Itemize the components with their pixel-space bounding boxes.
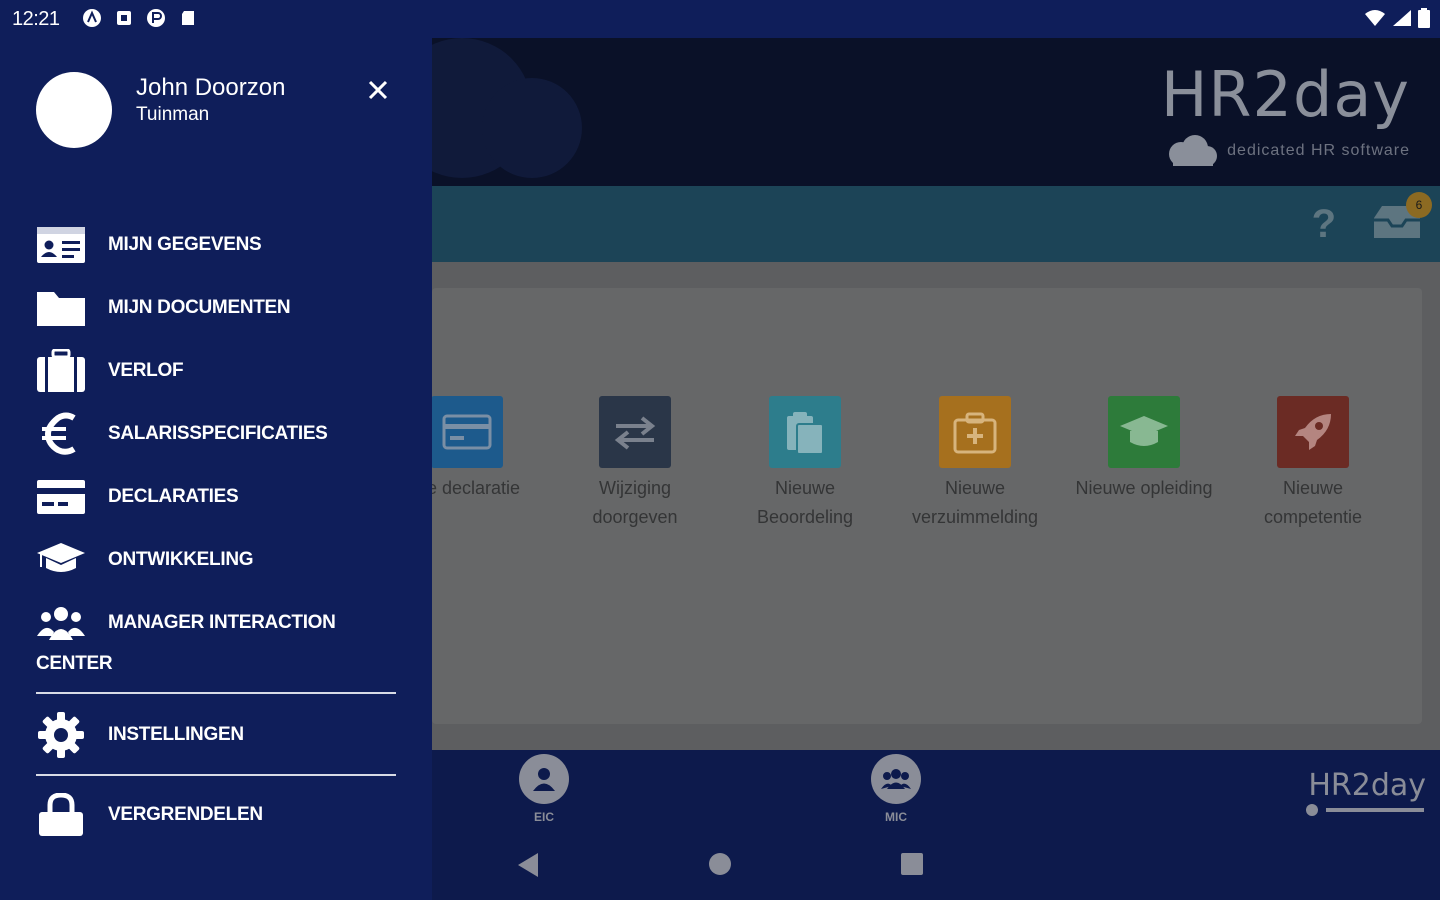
medkit-icon	[953, 412, 997, 454]
tile-label: Wijziging	[598, 478, 672, 498]
menu-item-salarisspecificaties[interactable]: SALARISSPECIFICATIES	[36, 412, 328, 455]
menu-item-mijn-documenten[interactable]: MIJN DOCUMENTEN	[36, 287, 291, 329]
credit-card-icon	[36, 476, 86, 518]
inbox-badge: 6	[1406, 192, 1432, 218]
menu-label: VERGRENDELEN	[108, 804, 263, 825]
wifi-icon	[1364, 9, 1386, 32]
menu-item-vergrendelen[interactable]: VERGRENDELEN	[36, 793, 263, 836]
cloud-icon	[1169, 135, 1218, 166]
hr2day-logo: HR2day dedicated HR software	[1161, 60, 1410, 168]
tile-label: Nieuwe opleiding	[1075, 478, 1213, 498]
menu-label: VERLOF	[108, 360, 184, 381]
users-icon	[36, 602, 86, 644]
close-icon	[368, 80, 388, 100]
divider	[36, 692, 396, 694]
app-main: HR2day dedicated HR software ? 6 we decl…	[432, 38, 1440, 900]
swap-arrows-icon	[614, 416, 656, 450]
tile-label: Nieuwe	[774, 478, 836, 498]
logo-tagline: dedicated HR software	[1227, 142, 1410, 159]
tile-label: we declaratie	[432, 478, 521, 498]
user-icon	[533, 768, 555, 791]
users-icon	[881, 769, 911, 789]
menu-label: SALARISSPECIFICATIES	[108, 423, 328, 444]
lock-icon	[36, 793, 86, 836]
footer-logo-text: HR2day	[1308, 768, 1426, 803]
suitcase-icon	[36, 349, 86, 392]
menu-item-mijn-gegevens[interactable]: MIJN GEGEVENS	[36, 224, 262, 266]
navigation-drawer: John Doorzon Tuinman MIJN GEGEVENS MIJN …	[0, 38, 432, 836]
menu-label: MIJN GEGEVENS	[108, 234, 262, 255]
content-area: we declaratie Wijziging doorgeven Nieuwe B…	[432, 262, 1440, 750]
tile-label-line2: doorgeven	[592, 507, 678, 527]
divider	[36, 774, 396, 776]
logo-text: HR2day	[1160, 58, 1410, 131]
avatar	[36, 72, 112, 148]
status-time: 12:21	[12, 8, 60, 30]
tile-new-declaration[interactable]: we declaratie	[432, 396, 552, 503]
recents-icon[interactable]	[900, 852, 924, 876]
tile-label-line2: verzuimmelding	[911, 507, 1039, 527]
status-bar: 12:21	[0, 0, 1440, 38]
tile-new-competence[interactable]: Nieuwe competentie	[1228, 396, 1398, 532]
menu-item-declaraties[interactable]: DECLARATIES	[36, 476, 239, 518]
tile-label-line2: competentie	[1263, 507, 1363, 527]
graduation-cap-icon	[36, 539, 86, 581]
menu-label: MIJN DOCUMENTEN	[108, 297, 291, 318]
menu-item-ontwikkeling[interactable]: ONTWIKKELING	[36, 539, 254, 581]
sd-card-icon	[178, 8, 198, 28]
rocket-icon	[1295, 414, 1331, 450]
battery-icon	[1418, 8, 1430, 33]
graduation-cap-icon	[1120, 416, 1168, 446]
gear-icon	[36, 712, 86, 758]
folder-icon	[36, 287, 86, 329]
menu-item-manager-interaction-center[interactable]: MANAGER INTERACTION	[36, 602, 336, 644]
menu-label: MANAGER INTERACTION	[108, 612, 336, 633]
menu-item-instellingen[interactable]: INSTELLINGEN	[36, 712, 244, 758]
home-icon[interactable]	[708, 852, 732, 876]
tile-change-info[interactable]: Wijziging doorgeven	[550, 396, 720, 532]
app-notification-icon	[114, 8, 134, 28]
tile-new-review[interactable]: Nieuwe Beoordeling	[720, 396, 890, 532]
tile-new-training[interactable]: Nieuwe opleiding	[1059, 396, 1229, 503]
app-header: HR2day dedicated HR software	[432, 38, 1440, 186]
close-drawer-button[interactable]	[366, 78, 390, 102]
credit-card-icon	[442, 414, 492, 450]
signal-icon	[1392, 9, 1412, 32]
app-toolbar: ? 6	[432, 186, 1440, 262]
cloud-decoration	[432, 38, 582, 178]
user-role: Tuinman	[136, 104, 210, 125]
nfc-icon	[82, 8, 102, 28]
clipboard-icon	[787, 412, 824, 455]
tile-new-absence[interactable]: Nieuwe verzuimmelding	[890, 396, 1060, 532]
user-name: John Doorzon	[136, 74, 286, 101]
euro-icon	[36, 412, 86, 455]
status-notification-icons	[82, 8, 198, 28]
menu-label: DECLARATIES	[108, 486, 239, 507]
menu-label: ONTWIKKELING	[108, 549, 254, 570]
menu-label: INSTELLINGEN	[108, 724, 244, 745]
app-icon	[146, 8, 166, 28]
help-icon[interactable]: ?	[1312, 202, 1336, 247]
menu-label-line2: CENTER	[36, 653, 113, 674]
menu-item-verlof[interactable]: VERLOF	[36, 349, 184, 392]
tile-label: Nieuwe	[1282, 478, 1344, 498]
status-system-icons	[1364, 8, 1430, 33]
back-icon[interactable]	[516, 852, 540, 878]
tile-label-line2: Beoordeling	[756, 507, 854, 527]
id-card-icon	[36, 224, 86, 266]
tile-label: Nieuwe	[944, 478, 1006, 498]
